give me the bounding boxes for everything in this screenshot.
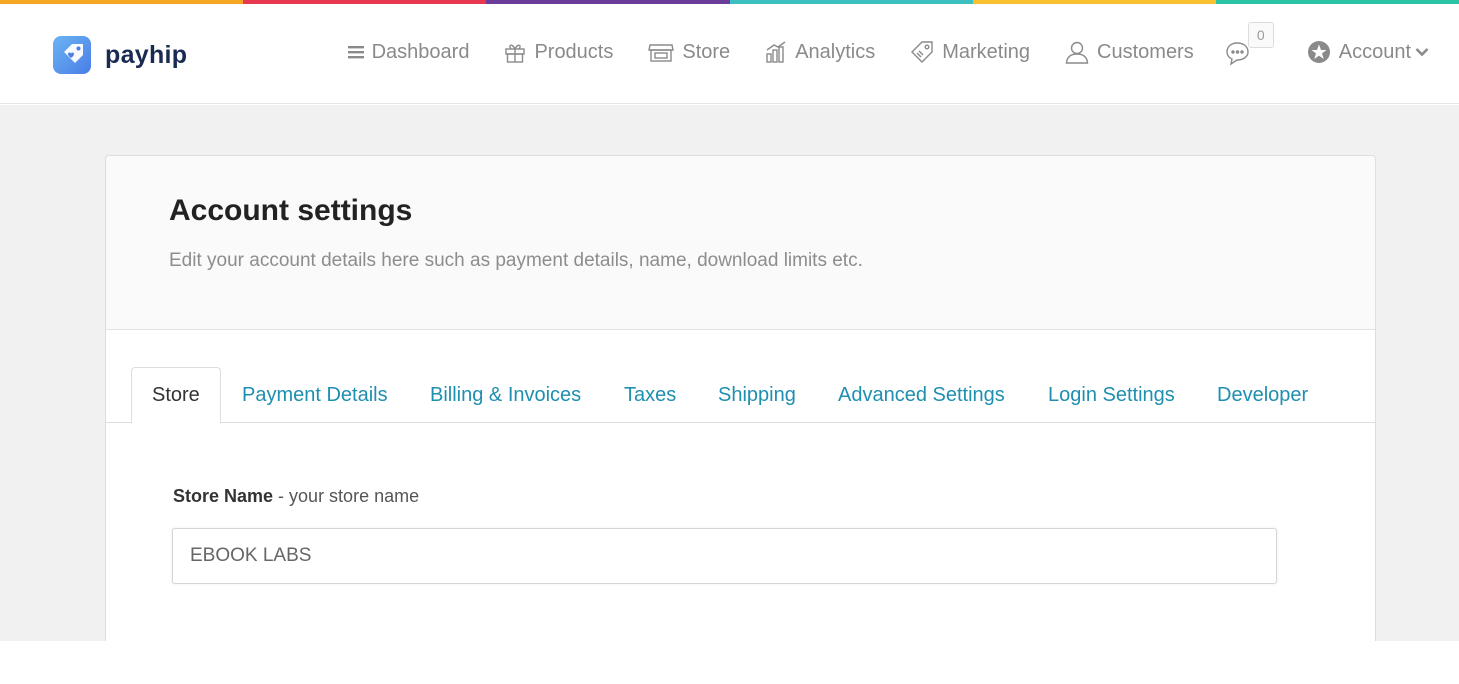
analytics-icon: [766, 41, 786, 63]
nav-label: Account: [1338, 40, 1411, 63]
nav-customers[interactable]: Customers: [1065, 40, 1194, 64]
nav-label: Store: [682, 40, 731, 63]
nav-products[interactable]: Products: [504, 41, 613, 64]
tag-icon: [911, 41, 933, 63]
page-title: Account settings: [169, 194, 413, 227]
payhip-logo-icon: [53, 36, 91, 74]
user-icon: [1065, 41, 1089, 64]
brand-logo[interactable]: payhip: [53, 36, 187, 74]
nav-dashboard[interactable]: Dashboard: [347, 40, 470, 64]
nav-label: Analytics: [795, 40, 876, 63]
menu-icon: [347, 46, 364, 59]
account-star-icon: [1307, 41, 1330, 63]
panel-header: Account settings Edit your account detai…: [106, 156, 1375, 330]
nav-analytics[interactable]: Analytics: [765, 41, 875, 64]
page-bottom: [0, 641, 1459, 684]
nav-marketing[interactable]: Marketing: [910, 40, 1030, 64]
tab-login-settings[interactable]: Login Settings: [1048, 367, 1175, 423]
top-navbar: payhip Dashboard Products Store Analytic…: [0, 4, 1459, 104]
tab-store[interactable]: Store: [131, 367, 221, 424]
store-name-hint: - your store name: [273, 486, 420, 506]
tab-taxes[interactable]: Taxes: [624, 367, 676, 423]
store-name-label-text: Store Name: [173, 486, 274, 506]
store-icon: [648, 44, 675, 62]
store-name-label: Store Name - your store name: [173, 486, 419, 507]
gift-icon: [505, 44, 526, 63]
tab-shipping[interactable]: Shipping: [718, 367, 796, 423]
nav-account[interactable]: Account: [1307, 40, 1429, 64]
nav-label: Marketing: [942, 40, 1031, 63]
nav-label: Customers: [1097, 40, 1194, 63]
chat-count-badge: 0: [1247, 22, 1274, 48]
chevron-down-icon: [1415, 48, 1429, 57]
nav-label: Dashboard: [371, 40, 470, 63]
page-subtitle: Edit your account details here such as p…: [169, 250, 863, 271]
tab-developer[interactable]: Developer: [1217, 367, 1308, 423]
brand-name: payhip: [105, 40, 188, 69]
tab-advanced-settings[interactable]: Advanced Settings: [838, 367, 1005, 423]
nav-store[interactable]: Store: [648, 41, 730, 64]
tab-billing-invoices[interactable]: Billing & Invoices: [430, 367, 581, 423]
tab-payment-details[interactable]: Payment Details: [242, 367, 388, 423]
settings-panel: Account settings Edit your account detai…: [105, 155, 1376, 655]
chat-button[interactable]: 0: [1224, 22, 1274, 68]
store-name-input[interactable]: [172, 528, 1277, 584]
settings-tabs: Store Payment Details Billing & Invoices…: [106, 367, 1375, 424]
nav-label: Products: [534, 40, 614, 63]
main-nav: Dashboard Products Store Analytics Marke…: [347, 22, 1429, 68]
